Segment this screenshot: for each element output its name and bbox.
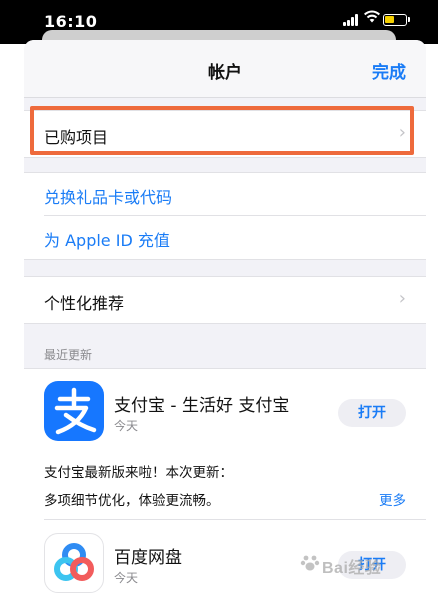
watermark-text: Bai经验 [322,560,382,577]
app-name[interactable]: 百度网盘 [114,543,182,568]
alipay-icon[interactable] [44,381,104,441]
battery-icon [383,14,407,26]
add-funds-link[interactable]: 为 Apple ID 充值 [24,216,426,260]
redeem-gift-card-link[interactable]: 兑换礼品卡或代码 [24,172,426,216]
baidu-watermark: Bai经验 [300,548,412,578]
paw-icon [300,555,320,571]
status-time: 16:10 [44,12,98,31]
app-date: 今天 [114,571,139,585]
redeem-label: 兑换礼品卡或代码 [44,188,173,207]
app-date: 今天 [114,419,139,433]
account-sheet: 帐户 完成 已购项目 › 兑换礼品卡或代码 为 Apple ID 充值 个性化推… [24,40,426,595]
add-funds-label: 为 Apple ID 充值 [44,231,170,250]
personalized-label: 个性化推荐 [44,294,125,313]
highlight-box [30,106,414,155]
nav-title: 帐户 [208,63,242,83]
nav-bar: 帐户 完成 [24,40,426,98]
battery-tip [408,17,410,22]
open-button[interactable]: 打开 [338,399,406,427]
section-header-recent-updates: 最近更新 [44,348,93,362]
row-divider [44,519,426,520]
baidu-netdisk-icon[interactable] [44,533,104,593]
app-name[interactable]: 支付宝 - 生活好 支付宝 [114,391,289,416]
release-notes-line: 多项细节优化，体验更流畅。 [44,493,220,509]
more-link[interactable]: 更多 [379,489,406,509]
cellular-signal-icon [343,14,361,26]
done-button[interactable]: 完成 [372,58,406,83]
wifi-icon [364,10,380,26]
chevron-right-icon: › [398,288,406,309]
release-notes-line: 支付宝最新版来啦！本次更新： [44,465,233,481]
personalized-recommendations-row[interactable]: 个性化推荐 › [24,276,426,324]
